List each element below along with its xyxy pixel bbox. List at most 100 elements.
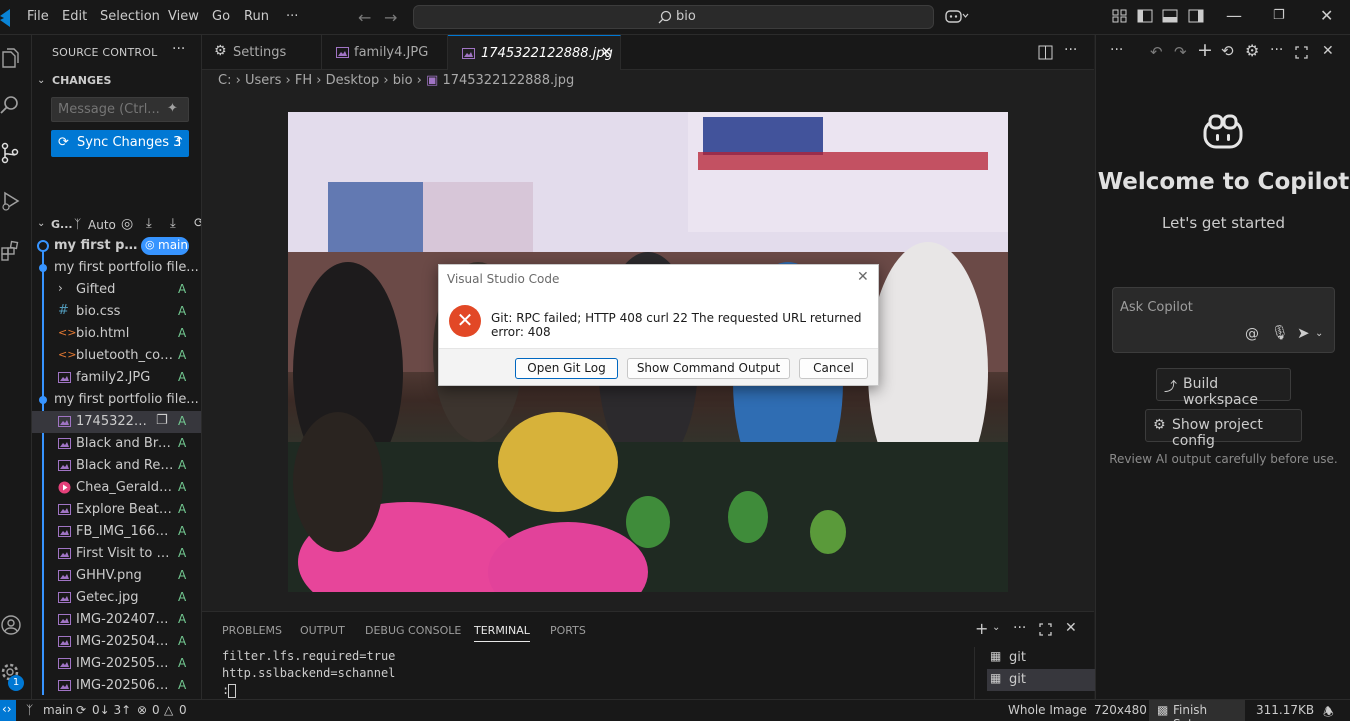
mention-icon[interactable]: @: [1245, 326, 1259, 342]
graph-section-header[interactable]: ⌄ G... ᛉ Auto ◎ ⤓ ⤓ ⟳: [32, 216, 201, 236]
chat-more-icon[interactable]: ···: [1110, 42, 1123, 58]
history-icon[interactable]: ⟲: [1221, 42, 1234, 60]
graph-commit-row[interactable]: my first portfolio file...: [32, 389, 201, 411]
accounts-icon[interactable]: [0, 614, 22, 636]
file-row[interactable]: Black and Red ... A: [32, 455, 201, 477]
terminal-list-item-selected[interactable]: ▦ git: [987, 669, 1095, 691]
menu-go[interactable]: Go: [212, 9, 230, 24]
terminal-list-item[interactable]: ▦ git: [987, 647, 1095, 669]
file-row[interactable]: › Gifted A: [32, 279, 201, 301]
pull-icon[interactable]: ⤓: [170, 216, 176, 231]
search-view-icon[interactable]: [0, 94, 22, 116]
changes-section-header[interactable]: CHANGES: [52, 74, 111, 87]
tab-close-icon[interactable]: ✕: [601, 45, 612, 60]
explorer-icon[interactable]: [0, 48, 22, 70]
extensions-icon[interactable]: [0, 240, 22, 262]
new-chat-icon[interactable]: +: [1197, 39, 1213, 61]
file-row[interactable]: IMG-20240721... A: [32, 609, 201, 631]
run-debug-icon[interactable]: [0, 190, 22, 212]
vscode-logo-icon[interactable]: [0, 9, 10, 27]
breadcrumb-item[interactable]: Desktop: [326, 73, 380, 88]
file-row[interactable]: family2.JPG A: [32, 367, 201, 389]
tab-settings[interactable]: ⚙ Settings: [202, 35, 322, 70]
status-warnings[interactable]: 0: [179, 703, 187, 717]
chat-overflow-icon[interactable]: ···: [1270, 42, 1283, 58]
graph-auto-label[interactable]: Auto: [88, 218, 116, 232]
file-row-selected[interactable]: 174532212... ❐ A: [32, 411, 201, 433]
file-row[interactable]: IMG-20250501... A: [32, 653, 201, 675]
file-row[interactable]: <> bluetooth_cont... A: [32, 345, 201, 367]
close-panel-icon[interactable]: ✕: [1065, 620, 1077, 636]
tab-ports[interactable]: PORTS: [550, 624, 586, 637]
panel-more-actions-icon[interactable]: ···: [1013, 620, 1026, 636]
forward-arrow-icon[interactable]: →: [384, 8, 397, 27]
file-row[interactable]: Chea_Gerald__... A: [32, 477, 201, 499]
menu-edit[interactable]: Edit: [62, 9, 87, 24]
breadcrumb-item[interactable]: C:: [218, 73, 231, 88]
status-view-mode[interactable]: Whole Image: [1008, 703, 1087, 717]
send-icon[interactable]: ➤: [1297, 324, 1310, 342]
chevron-down-icon[interactable]: ⌄: [1315, 328, 1323, 339]
menu-view[interactable]: View: [168, 9, 199, 24]
branch-badge[interactable]: ◎ main: [141, 237, 189, 255]
file-row[interactable]: IMG-20250414... A: [32, 631, 201, 653]
finish-setup-button[interactable]: ▩ Finish Setup: [1149, 700, 1245, 725]
tab-active-image[interactable]: 1745322122888.jpg ✕: [448, 35, 621, 70]
menu-selection[interactable]: Selection: [100, 9, 160, 24]
toggle-panel-icon[interactable]: [1162, 8, 1178, 24]
open-git-log-button[interactable]: Open Git Log: [515, 358, 618, 379]
chevron-down-icon[interactable]: ⌄: [992, 622, 1000, 633]
open-file-icon[interactable]: ❐: [156, 413, 168, 428]
status-file-size[interactable]: 311.17KB: [1256, 703, 1314, 717]
fetch-icon[interactable]: ⤓: [146, 216, 152, 231]
status-errors[interactable]: 0: [152, 703, 160, 717]
tab-problems[interactable]: PROBLEMS: [222, 624, 282, 637]
sync-changes-button[interactable]: ⟳ Sync Changes 3 ↑: [51, 130, 189, 157]
sparkle-icon[interactable]: ✦: [167, 101, 178, 116]
tab-output[interactable]: OUTPUT: [300, 624, 345, 637]
maximize-panel-icon[interactable]: [1039, 623, 1052, 636]
menu-run[interactable]: Run: [244, 9, 269, 24]
status-branch[interactable]: main: [43, 703, 73, 717]
show-project-config-button[interactable]: ⚙ Show project config: [1145, 409, 1302, 449]
restore-icon[interactable]: ❐: [1273, 8, 1285, 23]
undo-icon[interactable]: ↶: [1150, 43, 1163, 61]
target-icon[interactable]: ◎: [121, 216, 133, 232]
ask-copilot-input[interactable]: Ask Copilot @ 🎙 ➤ ⌄: [1112, 287, 1335, 353]
toggle-secondary-sidebar-icon[interactable]: [1188, 8, 1204, 24]
dialog-close-icon[interactable]: ✕: [857, 269, 869, 285]
customize-layout-icon[interactable]: [1112, 8, 1128, 24]
breadcrumb-item[interactable]: Users: [245, 73, 281, 88]
remote-indicator[interactable]: ‹›: [0, 700, 16, 722]
tab-terminal[interactable]: TERMINAL: [474, 624, 530, 642]
back-arrow-icon[interactable]: ←: [358, 8, 371, 27]
menu-more[interactable]: ···: [286, 9, 298, 24]
refresh-icon[interactable]: ⟳: [194, 216, 201, 231]
show-command-output-button[interactable]: Show Command Output: [627, 358, 790, 379]
file-row[interactable]: FB_IMG_16685... A: [32, 521, 201, 543]
chat-settings-gear-icon[interactable]: ⚙: [1245, 41, 1259, 60]
file-row[interactable]: <> bio.html A: [32, 323, 201, 345]
file-row[interactable]: First Visit to Sp... A: [32, 543, 201, 565]
source-control-icon[interactable]: [0, 142, 22, 164]
status-sync[interactable]: 0↓ 3↑: [92, 703, 131, 717]
split-editor-icon[interactable]: [1038, 45, 1053, 60]
file-row[interactable]: Explore Beaty ... A: [32, 499, 201, 521]
file-row[interactable]: GHHV.png A: [32, 565, 201, 587]
tab-family4[interactable]: family4.JPG: [322, 35, 448, 70]
close-window-icon[interactable]: ✕: [1320, 6, 1333, 25]
new-terminal-icon[interactable]: +: [975, 619, 988, 638]
breadcrumb-item[interactable]: FH: [295, 73, 312, 88]
editor-more-actions-icon[interactable]: ···: [1064, 42, 1077, 58]
microphone-icon[interactable]: 🎙: [1271, 325, 1289, 341]
status-dimensions[interactable]: 720x480: [1094, 703, 1147, 717]
maximize-chat-icon[interactable]: [1295, 46, 1308, 59]
close-chat-icon[interactable]: ✕: [1322, 43, 1334, 59]
minimize-icon[interactable]: —: [1226, 6, 1242, 25]
sidebar-more-actions-icon[interactable]: ···: [172, 41, 185, 57]
command-center-search[interactable]: bio: [413, 5, 934, 29]
file-row[interactable]: IMG-20250616... A: [32, 675, 201, 697]
cancel-button[interactable]: Cancel: [799, 358, 868, 379]
toggle-sidebar-icon[interactable]: [1137, 8, 1153, 24]
menu-file[interactable]: File: [27, 9, 49, 24]
